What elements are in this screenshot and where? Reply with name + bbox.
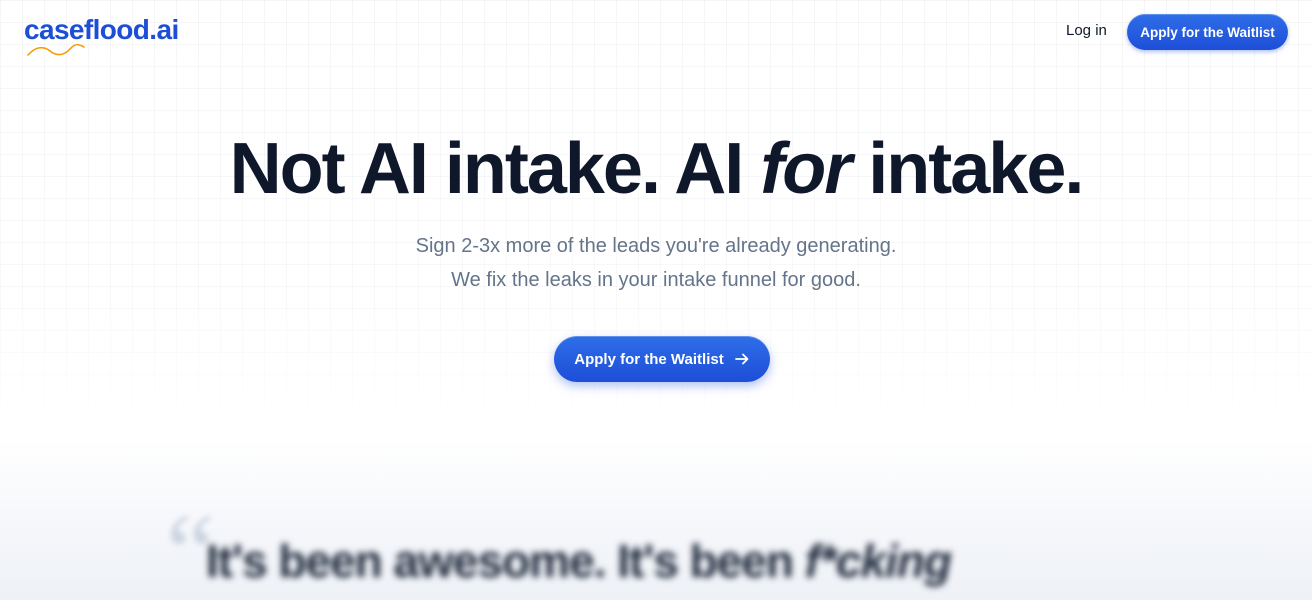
testimonial-quote-emphasis: f*cking	[804, 535, 952, 587]
landing-page: caseflood.ai Log in Apply for the Waitli…	[0, 0, 1312, 600]
logo[interactable]: caseflood.ai	[24, 14, 194, 58]
logo-swoosh-icon	[27, 43, 85, 56]
hero-title-emphasis: for	[760, 129, 852, 209]
login-link[interactable]: Log in	[1066, 22, 1107, 42]
hero-waitlist-button[interactable]: Apply for the Waitlist	[554, 336, 770, 382]
site-header: caseflood.ai Log in Apply for the Waitli…	[0, 0, 1312, 64]
hero-title: Not AI intake. AI for intake.	[0, 126, 1312, 212]
testimonial-section: “ It's been awesome. It's been f*cking	[0, 440, 1312, 600]
hero-title-part2: intake.	[850, 129, 1084, 209]
testimonial-quote-part1: It's been awesome. It's been	[206, 535, 805, 587]
hero-waitlist-button-label: Apply for the Waitlist	[574, 350, 724, 368]
hero-title-part1: Not AI intake. AI	[229, 129, 761, 209]
hero-subtitle-line2: We fix the leaks in your intake funnel f…	[451, 269, 861, 291]
hero-subtitle-line1: Sign 2-3x more of the leads you're alrea…	[415, 235, 897, 257]
arrow-right-icon	[734, 353, 749, 365]
header-waitlist-button[interactable]: Apply for the Waitlist	[1127, 14, 1288, 50]
testimonial-quote: It's been awesome. It's been f*cking	[206, 534, 1206, 588]
